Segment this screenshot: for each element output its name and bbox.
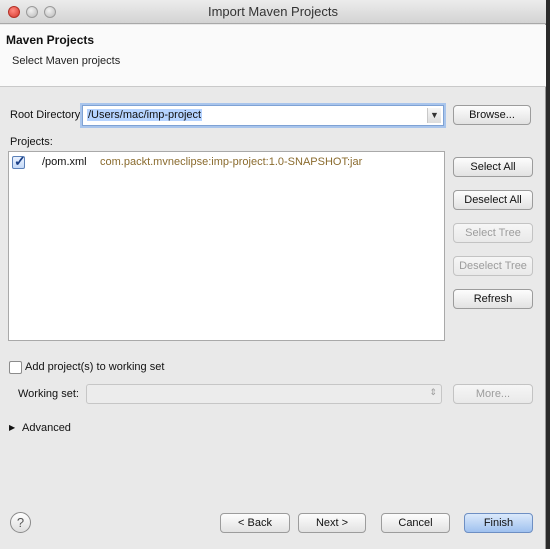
background-window-edge [546, 0, 550, 549]
projects-tree[interactable]: /pom.xml com.packt.mvneclipse:imp-projec… [8, 151, 445, 341]
select-all-button[interactable]: Select All [453, 157, 533, 177]
page-title: Maven Projects [6, 33, 95, 47]
help-icon[interactable]: ? [10, 512, 31, 533]
root-directory-label: Root Directory: [10, 109, 84, 121]
next-button[interactable]: Next > [298, 513, 366, 533]
page-description: Select Maven projects [12, 55, 121, 67]
working-set-combo[interactable]: ⇕ [86, 384, 442, 404]
working-set-label: Working set: [18, 388, 79, 400]
finish-button[interactable]: Finish [464, 513, 533, 533]
select-tree-button[interactable]: Select Tree [453, 223, 533, 243]
deselect-all-button[interactable]: Deselect All [453, 190, 533, 210]
project-coordinates: com.packt.mvneclipse:imp-project:1.0-SNA… [100, 156, 363, 168]
title-bar[interactable]: Import Maven Projects [0, 0, 546, 24]
wizard-header: Maven Projects Select Maven projects [0, 25, 546, 87]
deselect-tree-button[interactable]: Deselect Tree [453, 256, 533, 276]
window-title: Import Maven Projects [207, 4, 339, 19]
add-to-working-set-label[interactable]: Add project(s) to working set [25, 361, 164, 373]
refresh-button[interactable]: Refresh [453, 289, 533, 309]
root-directory-value[interactable]: /Users/mac/imp-project [87, 109, 203, 121]
root-directory-combo[interactable]: /Users/mac/imp-project ▼ [82, 105, 444, 126]
add-to-working-set-checkbox[interactable] [9, 361, 22, 374]
back-button[interactable]: < Back [220, 513, 290, 533]
advanced-section-toggle[interactable]: Advanced [22, 422, 71, 434]
project-checkbox[interactable] [12, 153, 26, 170]
import-maven-projects-dialog: Import Maven Projects Maven Projects Sel… [0, 0, 546, 549]
browse-button[interactable]: Browse... [453, 105, 531, 125]
projects-label: Projects: [10, 136, 53, 148]
disclosure-triangle-icon[interactable]: ▶ [9, 423, 15, 432]
project-path: /pom.xml [42, 156, 87, 168]
updown-arrows-icon: ⇕ [429, 387, 437, 397]
more-button[interactable]: More... [453, 384, 533, 404]
cancel-button[interactable]: Cancel [381, 513, 450, 533]
chevron-down-icon[interactable]: ▼ [427, 108, 441, 123]
list-item[interactable]: /pom.xml com.packt.mvneclipse:imp-projec… [9, 153, 444, 172]
